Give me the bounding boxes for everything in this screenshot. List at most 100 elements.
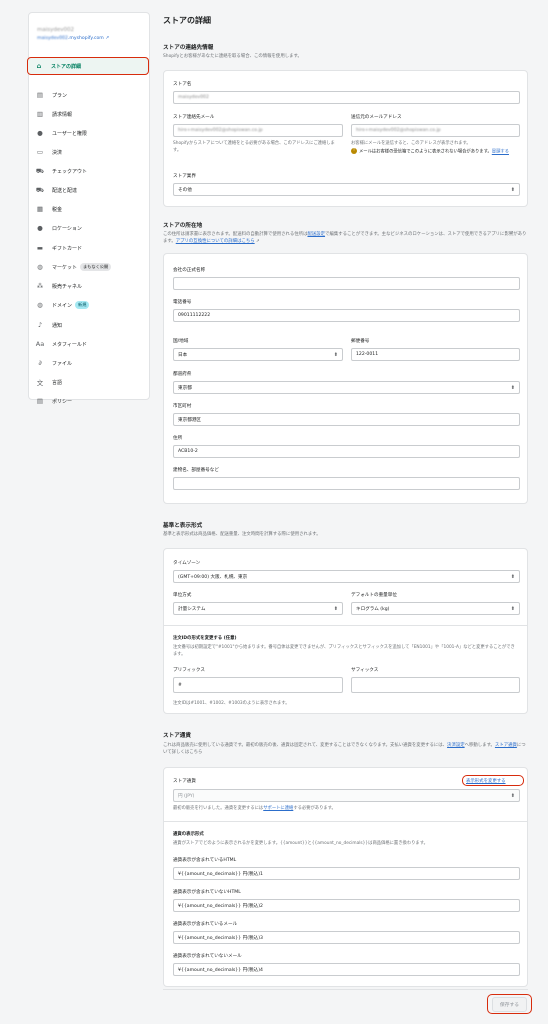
address-card: 会社の正式名称 電話番号 09011112222 国/地域 日本 郵便番号 12… <box>163 253 528 504</box>
language-icon: 文 <box>36 379 44 387</box>
sidebar-item-store[interactable]: ⌂ ストアの詳細 <box>27 57 149 75</box>
sidebar-item-policy[interactable]: ▤ ポリシー <box>29 392 149 410</box>
format-email-with-currency-label: 通貨表示が含まれているメール <box>173 922 238 927</box>
sender-email-input[interactable]: hiro+maisydev002@shopiswan.co.jp <box>351 124 520 137</box>
sidebar-item-cart[interactable]: ⛟ チェックアウト <box>29 162 149 180</box>
company-input[interactable] <box>173 277 520 290</box>
contact-section-desc: Shopifyとお客様があなたに連絡を取る場合、この情報を使用します。 <box>163 54 302 59</box>
sidebar-item-paperclip[interactable]: ∂ ファイル <box>29 354 149 372</box>
sidebar-item-giftcard[interactable]: ▬ ギフトカード <box>29 239 149 257</box>
format-html-with-currency-input[interactable]: ¥{{amount_no_decimals}} 円(税込)1 <box>173 867 520 880</box>
prefecture-select[interactable]: 東京都 <box>173 381 520 394</box>
shipping-icon: ⛟ <box>35 185 45 194</box>
sidebar-item-label: 配送と配達 <box>52 187 78 194</box>
email-input[interactable]: hiro+maisydev002@shopiswan.co.jp <box>173 124 343 137</box>
country-label: 国/地域 <box>173 339 189 344</box>
location-icon: ● <box>37 224 43 232</box>
status-badge: まもなく公開 <box>80 263 112 271</box>
sidebar-item-payments[interactable]: ▭ 決済 <box>29 143 149 161</box>
format-html-without-currency-label: 通貨表示が含まれていないHTML <box>173 890 241 895</box>
sidebar-item-globe[interactable]: ◍ マーケット まもなく公開 <box>29 258 149 276</box>
unit-system-label: 単位方式 <box>173 593 192 598</box>
email-label: ストア連絡先メール <box>173 115 215 120</box>
contact-card: ストア名 maisydev002 ストア連絡先メール hiro+maisydev… <box>163 70 528 207</box>
address-section-desc: この住所は請求書に表示されます。配送料の自動計算で使用される住所は配送設定で編集… <box>163 232 527 244</box>
order-id-help: 注文IDは#1001、#1002、#1003のように表示されます。 <box>173 701 290 706</box>
globe-icon: ◍ <box>37 263 43 271</box>
contact-support-link[interactable]: サポートに連絡 <box>263 806 293 811</box>
external-link-icon: ↗ <box>256 239 260 244</box>
sidebar-item-users[interactable]: ● ユーザーと権限 <box>29 124 149 142</box>
sidebar-item-tax[interactable]: ▦ 税金 <box>29 200 149 218</box>
giftcard-icon: ▬ <box>36 244 44 252</box>
format-email-without-currency-label: 通貨表示が含まれていないメール <box>173 954 242 959</box>
city-input[interactable]: 東京都港区 <box>173 413 520 426</box>
order-id-title: 注文IDの形式を変更する (任意) <box>173 636 237 641</box>
users-icon: ● <box>37 129 43 137</box>
standards-section-title: 基準と表示形式 <box>163 523 203 529</box>
paperclip-icon: ∂ <box>38 359 42 367</box>
settings-sidebar: maisydev002 maisydev002.myshopify.com ↗ … <box>27 12 150 405</box>
sidebar-item-label: 請求情報 <box>52 111 73 118</box>
zip-input[interactable]: 122-0011 <box>351 348 520 361</box>
save-button[interactable]: 保存する <box>491 996 528 1012</box>
sidebar-item-label: ファイル <box>52 360 73 367</box>
currency-section-title: ストア通貨 <box>163 733 191 739</box>
timezone-label: タイムゾーン <box>173 561 201 566</box>
country-select[interactable]: 日本 <box>173 348 343 361</box>
weight-unit-label: デフォルトの重量単位 <box>351 593 397 598</box>
currency-label: ストア通貨 <box>173 779 196 784</box>
store-name: maisydev002 <box>37 27 75 33</box>
phone-input[interactable]: 09011112222 <box>173 309 520 322</box>
divider <box>164 625 527 626</box>
sidebar-item-bell[interactable]: ♪ 通知 <box>29 316 149 334</box>
metafield-icon: Aa <box>35 340 45 348</box>
domain-icon: ◍ <box>37 301 43 309</box>
format-html-with-currency-label: 通貨表示が含まれているHTML <box>173 858 237 863</box>
sidebar-item-label: ユーザーと権限 <box>52 130 87 137</box>
address-input[interactable]: ACB10-2 <box>173 445 520 458</box>
weight-unit-select[interactable]: キログラム (kg) <box>351 602 520 615</box>
payment-settings-link[interactable]: 決済設定 <box>447 743 465 748</box>
standards-section-desc: 基準と表示形式は商品価格、配送重量、注文時間を計算する際に使用されます。 <box>163 532 321 537</box>
building-input[interactable] <box>173 477 520 490</box>
change-format-link[interactable]: 表示形式を変更する <box>466 778 506 784</box>
address-label: 住所 <box>173 436 183 441</box>
suffix-input[interactable] <box>351 677 520 693</box>
unit-system-select[interactable]: 計量システム <box>173 602 343 615</box>
sidebar-item-domain[interactable]: ◍ ドメイン 新規 <box>29 296 149 314</box>
format-html-without-currency-input[interactable]: ¥{{amount_no_decimals}} 円(税込)2 <box>173 899 520 912</box>
sidebar-item-label: チェックアウト <box>52 168 88 175</box>
sidebar-item-channels[interactable]: ⁂ 販売チャネル <box>29 277 149 295</box>
store-url-link[interactable]: maisydev002.myshopify.com ↗ <box>37 36 109 41</box>
address-section-title: ストアの所在地 <box>163 223 203 229</box>
sidebar-item-shipping[interactable]: ⛟ 配送と配達 <box>29 181 149 199</box>
tax-icon: ▦ <box>36 205 44 213</box>
sidebar-item-metafield[interactable]: Aa メタフィールド <box>29 335 149 353</box>
sender-warning-link[interactable]: 冒頭する <box>492 150 509 155</box>
currency-select: 円 (JPY) <box>173 789 520 802</box>
prefix-input[interactable]: # <box>173 677 343 693</box>
format-email-with-currency-input[interactable]: ¥{{amount_no_decimals}} 円(税込)3 <box>173 931 520 944</box>
industry-select[interactable]: その他 <box>173 183 520 196</box>
sidebar-item-location[interactable]: ● ロケーション <box>29 219 149 237</box>
city-label: 市区町村 <box>173 404 192 409</box>
sidebar-item-label: 販売チャネル <box>52 283 82 290</box>
building-label: 建物名、部屋番号など <box>173 468 219 473</box>
shipping-settings-link[interactable]: 配送設定 <box>307 232 325 237</box>
sidebar-item-plan[interactable]: ▤ プラン <box>29 86 149 104</box>
sidebar-item-label: ストアの詳細 <box>51 63 82 70</box>
prefix-label: プリフィックス <box>173 668 205 673</box>
sidebar-item-billing[interactable]: ▥ 請求情報 <box>29 105 149 123</box>
app-compat-link[interactable]: アプリの互換性についての詳細はこちら <box>176 239 255 244</box>
format-desc: 通貨がストアでどのように表示されるかを変更します。{{amount}}と{{am… <box>173 841 428 846</box>
industry-label: ストア業界 <box>173 174 196 179</box>
sidebar-item-language[interactable]: 文 言語 <box>29 373 149 391</box>
format-email-without-currency-input[interactable]: ¥{{amount_no_decimals}} 円(税込)4 <box>173 963 520 976</box>
page-title: ストアの詳細 <box>163 16 211 25</box>
sidebar-item-label: メタフィールド <box>52 341 87 348</box>
store-currency-link[interactable]: ストア通貨 <box>495 743 517 748</box>
timezone-select[interactable]: (GMT+09:00) 大阪、札幌、東京 <box>173 570 520 583</box>
store-name-input[interactable]: maisydev002 <box>173 91 520 104</box>
currency-card: ストア通貨 表示形式を変更する 円 (JPY) 最初の販売を行いました。通貨を変… <box>163 767 528 987</box>
